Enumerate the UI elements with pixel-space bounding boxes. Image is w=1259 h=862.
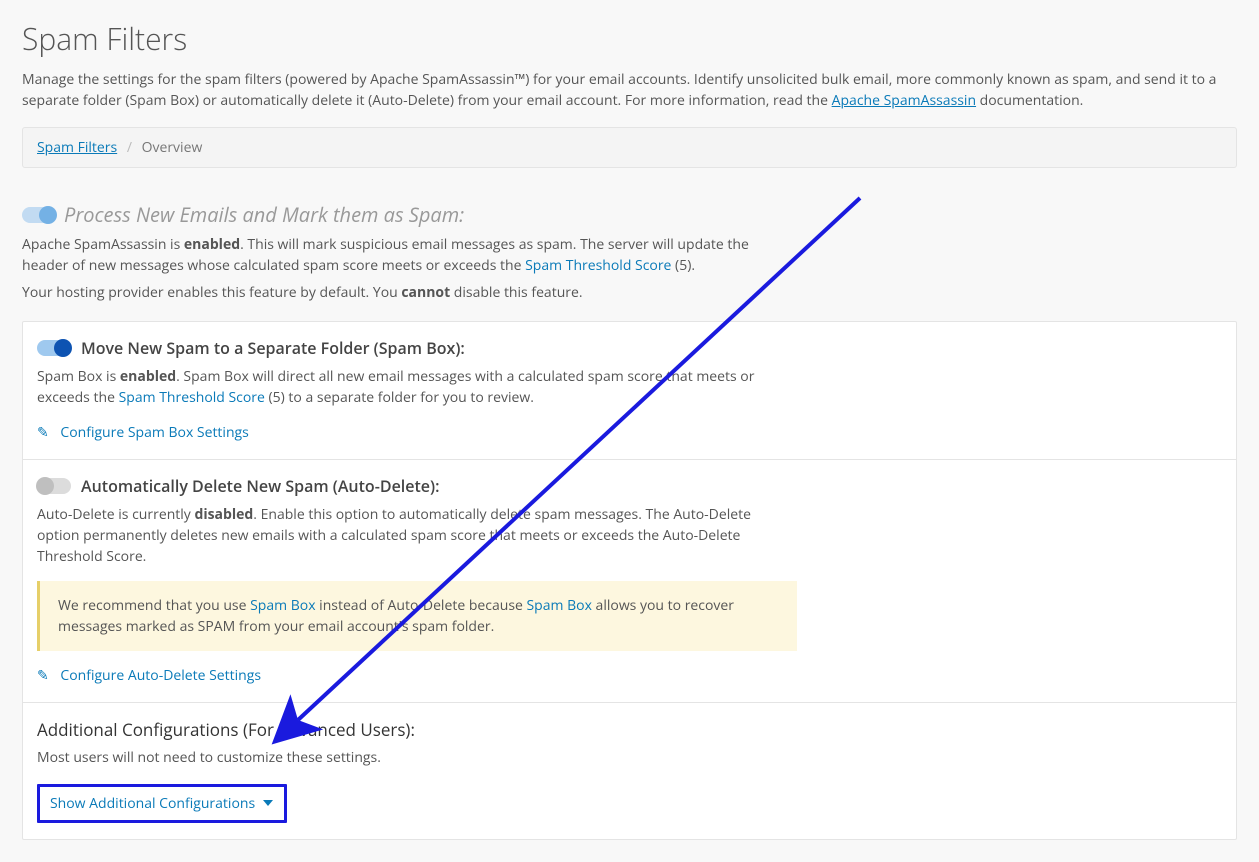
- breadcrumb: Spam Filters / Overview: [22, 127, 1237, 168]
- page-intro: Manage the settings for the spam filters…: [22, 69, 1237, 111]
- auto-delete-section: Automatically Delete New Spam (Auto-Dele…: [23, 460, 1236, 703]
- configure-auto-delete-link[interactable]: Configure Auto-Delete Settings: [60, 666, 261, 685]
- spam-box-link-2[interactable]: Spam Box: [527, 596, 592, 615]
- process-spam-note: Your hosting provider enables this featu…: [22, 282, 1237, 303]
- spam-threshold-link-2[interactable]: Spam Threshold Score: [119, 388, 265, 407]
- settings-panel: Move New Spam to a Separate Folder (Spam…: [22, 321, 1237, 840]
- spam-box-toggle[interactable]: [37, 340, 71, 356]
- additional-config-subtext: Most users will not need to customize th…: [37, 747, 1222, 768]
- process-spam-heading: Process New Emails and Mark them as Spam…: [64, 200, 464, 230]
- auto-delete-heading: Automatically Delete New Spam (Auto-Dele…: [81, 474, 439, 498]
- breadcrumb-root[interactable]: Spam Filters: [37, 138, 117, 157]
- show-additional-config-link[interactable]: Show Additional Configurations: [50, 794, 274, 813]
- auto-delete-toggle[interactable]: [37, 478, 71, 494]
- pencil-icon: ✎: [37, 665, 49, 686]
- breadcrumb-separator: /: [127, 138, 132, 157]
- process-spam-desc: Apache SpamAssassin is enabled. This wil…: [22, 234, 782, 276]
- configure-spam-box-link[interactable]: Configure Spam Box Settings: [60, 423, 248, 442]
- show-additional-highlight: Show Additional Configurations: [37, 784, 287, 823]
- spam-box-section: Move New Spam to a Separate Folder (Spam…: [23, 322, 1236, 460]
- spam-box-heading: Move New Spam to a Separate Folder (Spam…: [81, 336, 465, 360]
- additional-config-section: Additional Configurations (For Advanced …: [23, 703, 1236, 839]
- spam-box-link-1[interactable]: Spam Box: [250, 596, 315, 615]
- apache-spamassassin-link[interactable]: Apache SpamAssassin: [832, 91, 976, 110]
- auto-delete-warning: We recommend that you use Spam Box inste…: [37, 581, 797, 651]
- chevron-down-icon: [262, 793, 274, 814]
- breadcrumb-current: Overview: [142, 138, 203, 157]
- pencil-icon: ✎: [37, 422, 49, 443]
- intro-text-after: documentation.: [976, 91, 1083, 110]
- spam-box-desc: Spam Box is enabled. Spam Box will direc…: [37, 366, 797, 408]
- spam-threshold-link[interactable]: Spam Threshold Score: [525, 256, 671, 275]
- page-title: Spam Filters: [22, 16, 1237, 61]
- process-spam-toggle: [22, 207, 56, 223]
- additional-config-heading: Additional Configurations (For Advanced …: [37, 717, 1222, 743]
- auto-delete-desc: Auto-Delete is currently disabled. Enabl…: [37, 504, 797, 567]
